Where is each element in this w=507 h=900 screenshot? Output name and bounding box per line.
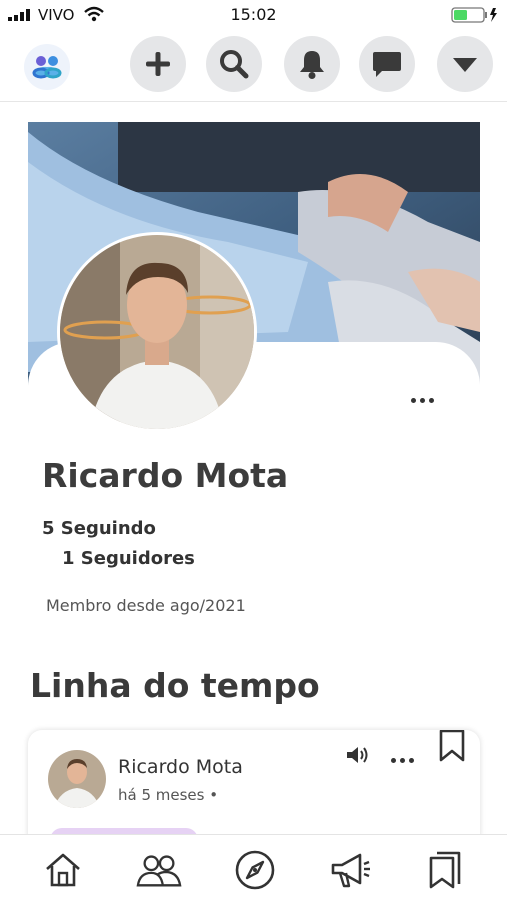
post-avatar-image — [48, 750, 106, 808]
home-icon — [46, 853, 80, 887]
plus-icon — [146, 52, 170, 76]
post-author-avatar[interactable] — [48, 750, 106, 808]
create-button[interactable] — [130, 36, 186, 92]
more-dot-icon — [408, 757, 414, 763]
battery-icon — [451, 7, 497, 23]
timeline-heading: Linha do tempo — [30, 666, 320, 705]
avatar-image — [60, 235, 254, 429]
speaker-icon[interactable] — [345, 744, 371, 766]
followers-count[interactable]: 1 Seguidores — [62, 548, 195, 569]
more-dot-icon — [419, 397, 425, 403]
nav-announcements-button[interactable] — [328, 847, 374, 893]
profile-more-button[interactable] — [404, 388, 440, 412]
more-dot-icon — [390, 757, 396, 763]
bookmark-icon[interactable] — [438, 730, 466, 764]
search-button[interactable] — [206, 36, 262, 92]
messages-button[interactable] — [359, 36, 415, 92]
bookmarks-icon — [429, 851, 461, 889]
more-dot-icon — [410, 397, 416, 403]
more-dot-icon — [428, 397, 434, 403]
nav-saved-button[interactable] — [422, 847, 468, 893]
status-bar: VIVO 15:02 — [0, 0, 507, 30]
menu-dropdown-button[interactable] — [437, 36, 493, 92]
following-count[interactable]: 5 Seguindo — [42, 518, 156, 539]
app-logo-icon — [32, 56, 62, 79]
profile-name: Ricardo Mota — [42, 456, 289, 495]
nav-people-button[interactable] — [136, 847, 182, 893]
profile-avatar[interactable] — [57, 232, 257, 432]
post-author-name[interactable]: Ricardo Mota — [118, 756, 243, 778]
megaphone-icon — [331, 853, 370, 888]
search-icon — [220, 50, 249, 79]
caret-down-icon — [453, 58, 477, 72]
post-timestamp: há 5 meses • — [118, 786, 219, 804]
status-time: 15:02 — [230, 5, 277, 24]
post-card: Ricardo Mota há 5 meses • — [28, 730, 480, 850]
nav-home-button[interactable] — [40, 847, 86, 893]
post-more-button[interactable] — [385, 754, 419, 766]
compass-icon — [235, 850, 275, 890]
app-logo[interactable] — [24, 44, 70, 90]
notifications-button[interactable] — [284, 36, 340, 92]
nav-explore-button[interactable] — [232, 847, 278, 893]
bell-icon — [300, 51, 324, 79]
more-dot-icon — [399, 757, 405, 763]
people-icon — [136, 855, 182, 887]
bottom-navigation — [0, 834, 507, 900]
member-since: Membro desde ago/2021 — [46, 596, 246, 615]
chat-icon — [373, 52, 401, 77]
top-navigation — [0, 30, 507, 102]
